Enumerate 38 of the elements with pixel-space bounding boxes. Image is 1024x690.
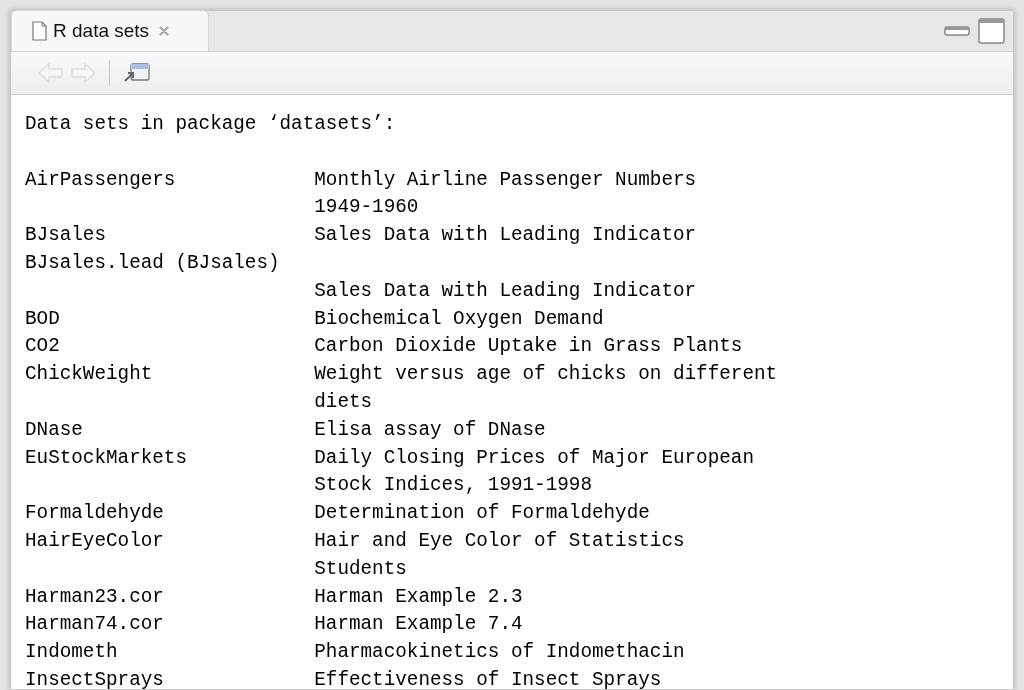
dataset-name[interactable]: Harman23.cor bbox=[25, 585, 164, 608]
dataset-name[interactable]: Formaldehyde bbox=[25, 502, 164, 525]
dataset-description: Stock Indices, 1991-1998 bbox=[314, 473, 592, 499]
dataset-description: Monthly Airline Passenger Numbers bbox=[314, 167, 697, 193]
maximize-icon[interactable] bbox=[978, 18, 1005, 44]
document-icon bbox=[32, 21, 47, 41]
dataset-name[interactable]: BOD bbox=[25, 307, 60, 330]
dataset-description: Pharmacokinetics of Indomethacin bbox=[314, 640, 685, 666]
dataset-description: Biochemical Oxygen Demand bbox=[314, 306, 604, 332]
dataset-description: Weight versus age of chicks on different bbox=[314, 362, 778, 388]
dataset-description: Effectiveness of Insect Sprays bbox=[314, 667, 662, 689]
dataset-description: Harman Example 7.4 bbox=[314, 612, 523, 638]
dataset-name[interactable]: InsectSprays bbox=[25, 668, 164, 689]
dataset-description: Sales Data with Leading Indicator bbox=[314, 223, 697, 249]
dataset-name[interactable]: HairEyeColor bbox=[25, 529, 164, 552]
dataset-description: Determination of Formaldehyde bbox=[314, 501, 650, 527]
dataset-name[interactable]: ChickWeight bbox=[25, 363, 153, 386]
dataset-description: Daily Closing Prices of Major European bbox=[314, 445, 754, 471]
dataset-name[interactable]: BJsales.lead (BJsales) bbox=[25, 252, 280, 274]
close-icon[interactable] bbox=[159, 26, 170, 36]
dataset-description: Carbon Dioxide Uptake in Grass Plants bbox=[314, 334, 743, 360]
dataset-name[interactable]: EuStockMarkets bbox=[25, 446, 187, 469]
dataset-description: Students bbox=[314, 556, 407, 582]
dataset-description: Hair and Eye Color of Statistics bbox=[314, 528, 685, 554]
dataset-name[interactable]: CO2 bbox=[25, 335, 60, 358]
dataset-name[interactable]: Harman74.cor bbox=[25, 613, 164, 636]
dataset-description: diets bbox=[314, 389, 373, 415]
dataset-description: Sales Data with Leading Indicator bbox=[314, 278, 697, 304]
dataset-name[interactable]: AirPassengers bbox=[25, 168, 176, 191]
dataset-name[interactable]: DNase bbox=[25, 418, 83, 441]
dataset-description: 1949-1960 bbox=[314, 195, 419, 221]
dataset-name[interactable]: BJsales bbox=[25, 224, 106, 247]
dataset-name[interactable]: Indometh bbox=[25, 641, 118, 664]
heading-text: Data sets in package ‘datasets’: bbox=[25, 112, 397, 137]
tab[interactable]: R data sets bbox=[11, 10, 209, 51]
minimize-icon[interactable] bbox=[944, 25, 970, 37]
dataset-description: Harman Example 2.3 bbox=[314, 584, 523, 610]
dataset-description: Elisa assay of DNase bbox=[314, 417, 546, 443]
